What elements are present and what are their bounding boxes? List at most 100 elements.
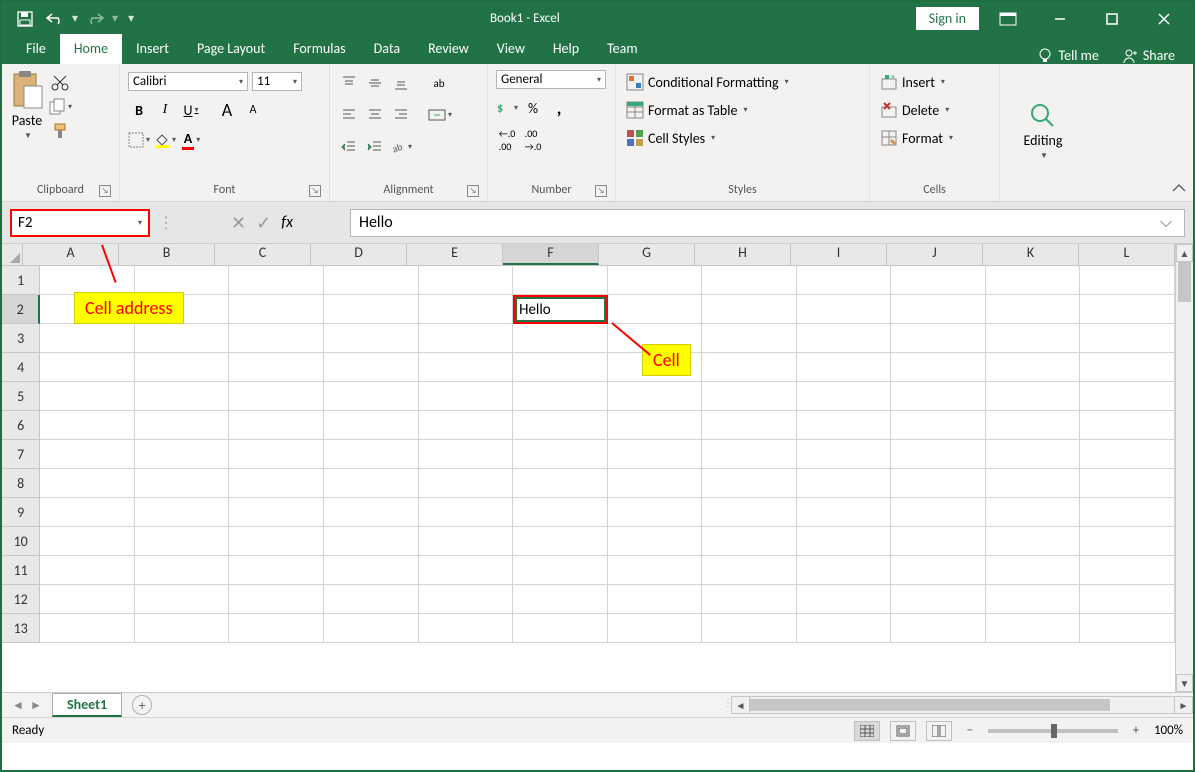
cell-C6[interactable] — [229, 411, 324, 440]
cell-K2[interactable] — [986, 295, 1081, 324]
cell-F6[interactable] — [513, 411, 608, 440]
row-header-2[interactable]: 2 — [2, 295, 40, 324]
cell-D4[interactable] — [324, 353, 419, 382]
column-header-L[interactable]: L — [1079, 244, 1175, 265]
share-button[interactable]: Share — [1121, 47, 1175, 64]
borders-button[interactable]: ▾ — [128, 129, 150, 151]
cell-C2[interactable] — [229, 295, 324, 324]
cell-E7[interactable] — [419, 440, 514, 469]
hscroll-thumb[interactable] — [750, 699, 1110, 711]
column-header-D[interactable]: D — [311, 244, 407, 265]
cell-H10[interactable] — [702, 527, 797, 556]
column-header-H[interactable]: H — [695, 244, 791, 265]
scroll-left-button[interactable]: ◄ — [732, 697, 750, 713]
cell-F4[interactable] — [513, 353, 608, 382]
delete-cells-button[interactable]: Delete▾ — [878, 100, 991, 120]
cell-L8[interactable] — [1080, 469, 1175, 498]
cell-F9[interactable] — [513, 498, 608, 527]
normal-view-button[interactable] — [854, 721, 880, 741]
cell-A5[interactable] — [40, 382, 135, 411]
horizontal-scrollbar[interactable]: ◄ ► — [731, 696, 1193, 714]
cell-C12[interactable] — [229, 585, 324, 614]
cell-B10[interactable] — [135, 527, 230, 556]
wrap-text-button[interactable]: ab — [428, 72, 450, 94]
cell-D7[interactable] — [324, 440, 419, 469]
cell-B6[interactable] — [135, 411, 230, 440]
orientation-button[interactable]: ab▾ — [390, 136, 412, 158]
scroll-up-button[interactable]: ▲ — [1176, 244, 1193, 262]
cell-A13[interactable] — [40, 614, 135, 643]
cell-G7[interactable] — [608, 440, 703, 469]
cell-D1[interactable] — [324, 266, 419, 295]
align-top-button[interactable] — [338, 72, 360, 94]
row-header-6[interactable]: 6 — [2, 411, 40, 440]
column-header-G[interactable]: G — [599, 244, 695, 265]
cell-A1[interactable] — [40, 266, 135, 295]
cell-H3[interactable] — [702, 324, 797, 353]
insert-cells-button[interactable]: + Insert▾ — [878, 72, 991, 92]
font-color-button[interactable]: A▾ — [180, 129, 202, 151]
redo-dropdown[interactable]: ▾ — [112, 11, 118, 26]
maximize-button[interactable] — [1089, 6, 1135, 32]
row-header-10[interactable]: 10 — [2, 527, 40, 556]
cell-L4[interactable] — [1080, 353, 1175, 382]
undo-button[interactable] — [42, 6, 68, 32]
conditional-formatting-button[interactable]: Conditional Formatting▾ — [624, 72, 861, 92]
cell-A6[interactable] — [40, 411, 135, 440]
zoom-slider-handle[interactable] — [1051, 724, 1057, 738]
cell-L10[interactable] — [1080, 527, 1175, 556]
cell-L12[interactable] — [1080, 585, 1175, 614]
zoom-in-button[interactable]: + — [1128, 723, 1144, 738]
cell-I1[interactable] — [797, 266, 892, 295]
select-all-corner[interactable] — [2, 244, 23, 266]
column-header-I[interactable]: I — [791, 244, 887, 265]
cell-H13[interactable] — [702, 614, 797, 643]
column-header-E[interactable]: E — [407, 244, 503, 265]
cell-D13[interactable] — [324, 614, 419, 643]
cell-D10[interactable] — [324, 527, 419, 556]
paste-button[interactable]: Paste ▼ — [8, 68, 46, 181]
enter-edit-button[interactable]: ✓ — [256, 212, 271, 234]
collapse-ribbon-button[interactable] — [1171, 183, 1187, 195]
tab-review[interactable]: Review — [414, 34, 483, 64]
cell-L7[interactable] — [1080, 440, 1175, 469]
cell-G9[interactable] — [608, 498, 703, 527]
cell-I9[interactable] — [797, 498, 892, 527]
scroll-right-button[interactable]: ► — [1174, 697, 1192, 713]
column-header-C[interactable]: C — [215, 244, 311, 265]
row-header-3[interactable]: 3 — [2, 324, 40, 353]
row-header-8[interactable]: 8 — [2, 469, 40, 498]
cell-K1[interactable] — [986, 266, 1081, 295]
insert-function-button[interactable]: fx — [281, 213, 293, 232]
cell-J3[interactable] — [891, 324, 986, 353]
number-dialog-launcher[interactable]: ↘ — [595, 185, 607, 197]
cell-H9[interactable] — [702, 498, 797, 527]
underline-button[interactable]: U▾ — [180, 99, 202, 121]
cell-I11[interactable] — [797, 556, 892, 585]
cell-B5[interactable] — [135, 382, 230, 411]
column-header-J[interactable]: J — [887, 244, 983, 265]
align-bottom-button[interactable] — [390, 72, 412, 94]
cell-A9[interactable] — [40, 498, 135, 527]
cell-J1[interactable] — [891, 266, 986, 295]
cell-J6[interactable] — [891, 411, 986, 440]
cell-A11[interactable] — [40, 556, 135, 585]
cell-J8[interactable] — [891, 469, 986, 498]
cancel-edit-button[interactable]: ✕ — [231, 212, 246, 234]
cell-I8[interactable] — [797, 469, 892, 498]
cell-B7[interactable] — [135, 440, 230, 469]
italic-button[interactable]: I — [154, 99, 176, 121]
column-header-K[interactable]: K — [983, 244, 1079, 265]
cell-K10[interactable] — [986, 527, 1081, 556]
cell-styles-button[interactable]: Cell Styles▾ — [624, 128, 861, 148]
cell-C11[interactable] — [229, 556, 324, 585]
cell-L1[interactable] — [1080, 266, 1175, 295]
cell-E3[interactable] — [419, 324, 514, 353]
column-header-F[interactable]: F — [503, 244, 599, 265]
formula-expand-icon[interactable]: ⌵ — [1160, 213, 1176, 232]
cell-D12[interactable] — [324, 585, 419, 614]
sheet-tab-1[interactable]: Sheet1 — [52, 693, 122, 717]
cell-C9[interactable] — [229, 498, 324, 527]
cell-B9[interactable] — [135, 498, 230, 527]
hscroll-track[interactable] — [750, 697, 1174, 713]
